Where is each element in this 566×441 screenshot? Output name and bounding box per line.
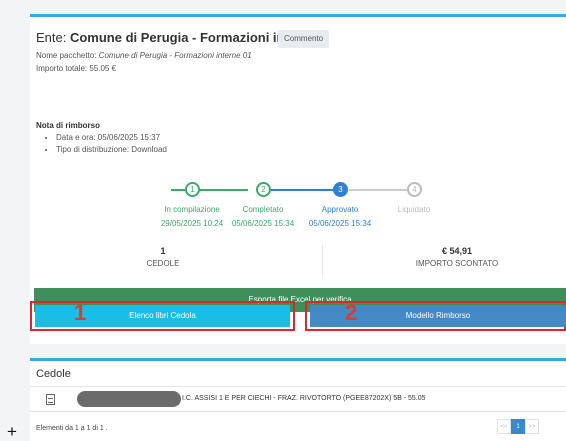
- package-name-value: Comune di Perugia - Formazioni interne 0…: [98, 51, 252, 60]
- nota-distribution: Tipo di distribuzione: Download: [56, 144, 167, 156]
- nota-list: Data e ora: 05/06/2025 15:37 Tipo di dis…: [50, 132, 167, 156]
- row-separator: [30, 411, 566, 412]
- pager-next-button[interactable]: >>: [525, 419, 539, 434]
- pagination: << 1 >>: [497, 419, 539, 434]
- page-background: Ente: Comune di Perugia - Formazioni int…: [0, 0, 566, 441]
- step-4-label: Liquidato: [397, 205, 431, 214]
- total-amount: Importo totale: 55.05 €: [36, 64, 117, 73]
- step-2-label: Completato: [242, 205, 284, 214]
- cedole-card: Cedole I.C. ASSISI 1 E PER CIECHI - FRAZ…: [30, 358, 566, 441]
- step-1-date: 29/05/2025 10:24: [160, 219, 224, 228]
- cedola-row: I.C. ASSISI 1 E PER CIECHI - FRAZ. RIVOT…: [182, 395, 426, 402]
- importo-stat: € 54,91 IMPORTO SCONTATO: [416, 246, 498, 268]
- step-connector-2: [263, 189, 334, 191]
- step-1-circle: 1: [185, 182, 200, 197]
- annotation-number-2: 2: [345, 300, 358, 325]
- package-name-label: Nome pacchetto:: [36, 51, 99, 60]
- document-icon[interactable]: [46, 394, 55, 405]
- summary-card: Ente: Comune di Perugia - Formazioni int…: [30, 14, 566, 344]
- stats-divider: [322, 245, 323, 277]
- cedole-separator: [30, 386, 566, 387]
- status-stepper: 1 2 3 4 In compilazione Completato Appro…: [30, 182, 566, 232]
- cedole-count-label: CEDOLE: [146, 259, 180, 268]
- pager-prev-button[interactable]: <<: [497, 419, 511, 434]
- table-info: Elementi da 1 a 1 di 1 .: [36, 425, 108, 432]
- redacted-field: [77, 391, 181, 407]
- step-connector-1: [171, 189, 248, 191]
- step-4-circle: 4: [407, 182, 422, 197]
- nota-title: Nota di rimborso: [36, 121, 101, 130]
- nota-date: Data e ora: 05/06/2025 15:37: [56, 132, 167, 144]
- package-name: Nome pacchetto: Comune di Perugia - Form…: [36, 51, 252, 60]
- importo-label: IMPORTO SCONTATO: [415, 259, 499, 268]
- importo-value: € 54,91: [441, 246, 473, 256]
- cedole-title: Cedole: [36, 368, 71, 380]
- step-3-label: Approvato: [321, 205, 359, 214]
- comment-button[interactable]: Commento: [278, 30, 330, 48]
- step-1-label: In compilazione: [164, 205, 220, 214]
- cedole-count: 1: [160, 246, 166, 256]
- step-2-date: 05/06/2025 15:34: [231, 219, 295, 228]
- step-2-circle: 2: [256, 182, 271, 197]
- pager-page-1[interactable]: 1: [511, 419, 525, 434]
- step-3-circle: 3: [333, 182, 348, 197]
- annotation-number-1: 1: [74, 300, 87, 325]
- ente-heading: Ente: Comune di Perugia - Formazioni int…: [36, 30, 316, 45]
- step-3-date: 05/06/2025 15:34: [308, 219, 372, 228]
- step-connector-3: [349, 189, 408, 191]
- ente-prefix: Ente:: [36, 30, 70, 45]
- cursor-plus-icon: +: [7, 422, 17, 441]
- cedole-stat: 1 CEDOLE: [147, 246, 180, 268]
